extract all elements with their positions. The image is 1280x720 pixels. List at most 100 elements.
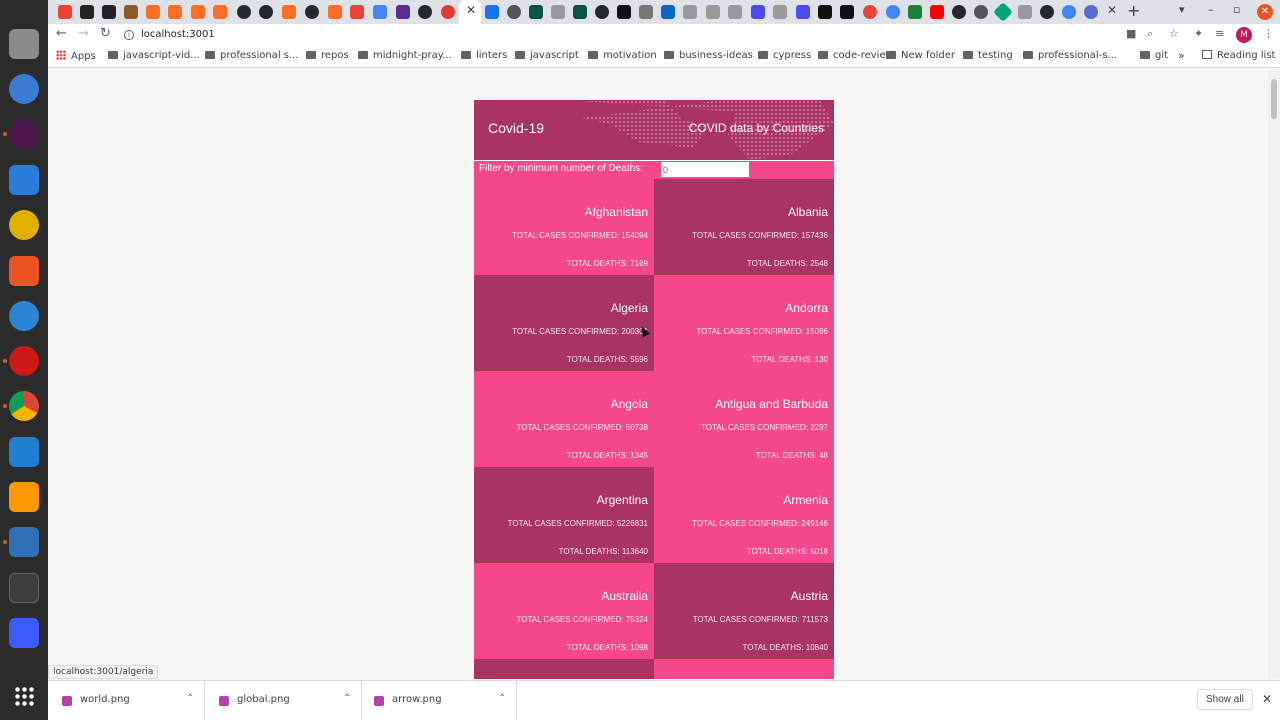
bookmark-folder[interactable]: professional s... [205,50,299,64]
help-icon[interactable] [9,301,39,331]
reading-list-button[interactable]: Reading list [1202,50,1275,61]
app-logo[interactable]: Covid-19 [488,120,544,136]
tab-app-icon[interactable] [529,5,543,19]
tab-app-icon[interactable] [683,5,697,19]
tab-github-icon[interactable] [595,5,609,19]
country-card[interactable]: Australia TOTAL CASES CONFIRMED: 75324 TOT… [474,563,654,659]
country-card[interactable]: Afghanistan TOTAL CASES CONFIRMED: 154094… [474,179,654,275]
country-card[interactable]: Andorra TOTAL CASES CONFIRMED: 15096 TOTAL… [654,275,834,371]
vscode-icon[interactable] [9,437,39,467]
writer-icon[interactable] [9,165,39,195]
tab-app-icon[interactable] [863,5,877,19]
bookmark-folder[interactable]: javascript [515,50,579,64]
download-item[interactable]: arrow.png ⌃ [360,681,517,720]
page-scrollbar[interactable] [1268,69,1280,679]
tab-gitlab-icon[interactable] [191,5,205,19]
bookmark-star-icon[interactable]: ☆ [1169,27,1179,40]
screenshot-icon[interactable] [9,618,39,648]
tab-app-icon[interactable] [728,5,742,19]
tab-youtube-icon[interactable] [930,5,944,19]
bookmark-apps[interactable]: Apps [56,50,96,64]
tab-gitlab-icon[interactable] [168,5,182,19]
tab-github-icon[interactable] [1040,5,1054,19]
bookmark-folder[interactable]: linters [461,50,507,64]
tab-app-icon[interactable] [124,5,138,19]
tab-app-icon[interactable] [639,5,653,19]
more-bookmarks-icon[interactable]: » [1178,49,1185,62]
address-bar[interactable]: i localhost:3001 [124,26,304,44]
site-info-icon[interactable]: i [124,30,134,40]
reload-icon[interactable]: ↻ [100,26,111,41]
country-card[interactable]: Angola TOTAL CASES CONFIRMED: 50738 TOTAL … [474,371,654,467]
window-close-button[interactable]: ✕ [1257,4,1273,20]
bookmark-folder[interactable]: business-ideas [664,50,753,64]
min-deaths-input[interactable] [661,162,749,177]
country-card[interactable]: Argentina TOTAL CASES CONFIRMED: 5226831 T… [474,467,654,563]
tab-app-icon[interactable] [796,5,810,19]
tab-github-icon[interactable] [952,5,966,19]
camera-icon[interactable]: ■ [1126,27,1136,40]
show-applications-icon[interactable] [14,686,34,706]
tab-github-icon[interactable] [418,5,432,19]
media-icon[interactable]: ≡ [1215,27,1224,40]
software-icon[interactable] [9,256,39,286]
bookmark-folder[interactable]: professional-s... [1023,50,1117,64]
bookmark-folder[interactable]: New folder [886,50,955,64]
tab-gmail-icon[interactable] [58,5,72,19]
tab-app-icon[interactable] [396,5,410,19]
files-icon[interactable] [9,29,39,59]
tab-github-icon[interactable] [237,5,251,19]
country-card[interactable]: Albania TOTAL CASES CONFIRMED: 157436 TOTA… [654,179,834,275]
chrome-icon[interactable] [9,391,39,421]
tab-gitlab-icon[interactable] [282,5,296,19]
tab-settings-icon[interactable] [1084,5,1098,19]
zoom-icon[interactable]: ⌕ [1147,27,1153,41]
bookmark-folder[interactable]: testing [963,50,1013,64]
bookmark-folder[interactable]: cypress [758,50,811,64]
slack-icon[interactable] [9,119,39,149]
country-card[interactable] [474,659,654,679]
opera-icon[interactable] [9,346,39,376]
country-card[interactable]: Antigua and Barbuda TOTAL CASES CONFIRMED… [654,371,834,467]
close-shelf-icon[interactable]: ✕ [1262,692,1272,706]
text-editor-icon[interactable] [9,527,39,557]
restore-button[interactable]: ▫ [1233,3,1240,16]
tab-app-icon[interactable] [840,5,854,19]
back-icon[interactable]: ← [56,26,67,41]
bookmark-folder[interactable]: motivation [588,50,657,64]
tab-search-icon[interactable]: ▾ [1179,3,1185,16]
bookmark-folder[interactable]: midnight-pray... [358,50,452,64]
country-card[interactable] [654,659,834,679]
bookmark-folder[interactable]: git [1140,50,1168,64]
tab-gmail-icon[interactable] [350,5,364,19]
extensions-icon[interactable]: ✦ [1194,27,1203,40]
tab-github-icon[interactable] [259,5,273,19]
bookmark-folder[interactable]: javascript-vid... [108,50,200,64]
tab-app-icon[interactable] [974,5,988,19]
download-item[interactable]: global.png ⌃ [205,681,362,720]
tab-app-icon[interactable] [706,5,720,19]
minimize-button[interactable]: – [1208,3,1214,16]
tab-github-icon[interactable] [305,5,319,19]
country-card[interactable]: Armenia TOTAL CASES CONFIRMED: 249146 TOTA… [654,467,834,563]
chevron-up-icon[interactable]: ⌃ [343,693,351,704]
download-item[interactable]: world.png ⌃ [48,681,205,720]
tab-app-icon[interactable] [908,5,922,19]
tab-gitlab-icon[interactable] [146,5,160,19]
forward-icon[interactable]: → [78,26,89,41]
bookmark-folder[interactable]: repos [306,50,349,64]
tab-dev-icon[interactable] [80,5,94,19]
tab-dev-icon[interactable] [102,5,116,19]
tab-close-icon[interactable]: ✕ [1107,3,1117,17]
tab-gitlab-icon[interactable] [213,5,227,19]
tab-app-icon[interactable] [818,5,832,19]
tab-linkedin-icon[interactable] [661,5,675,19]
scrollbar-thumb[interactable] [1271,79,1277,119]
tab-close-icon[interactable]: ✕ [466,3,476,17]
rhythmbox-icon[interactable] [9,210,39,240]
tab-app-icon[interactable] [617,5,631,19]
country-card[interactable]: Austria TOTAL CASES CONFIRMED: 711573 TOTA… [654,563,834,659]
tab-record-icon[interactable] [441,5,455,19]
bookmark-folder[interactable]: code-review [818,50,894,64]
new-tab-button[interactable]: + [1127,1,1140,20]
